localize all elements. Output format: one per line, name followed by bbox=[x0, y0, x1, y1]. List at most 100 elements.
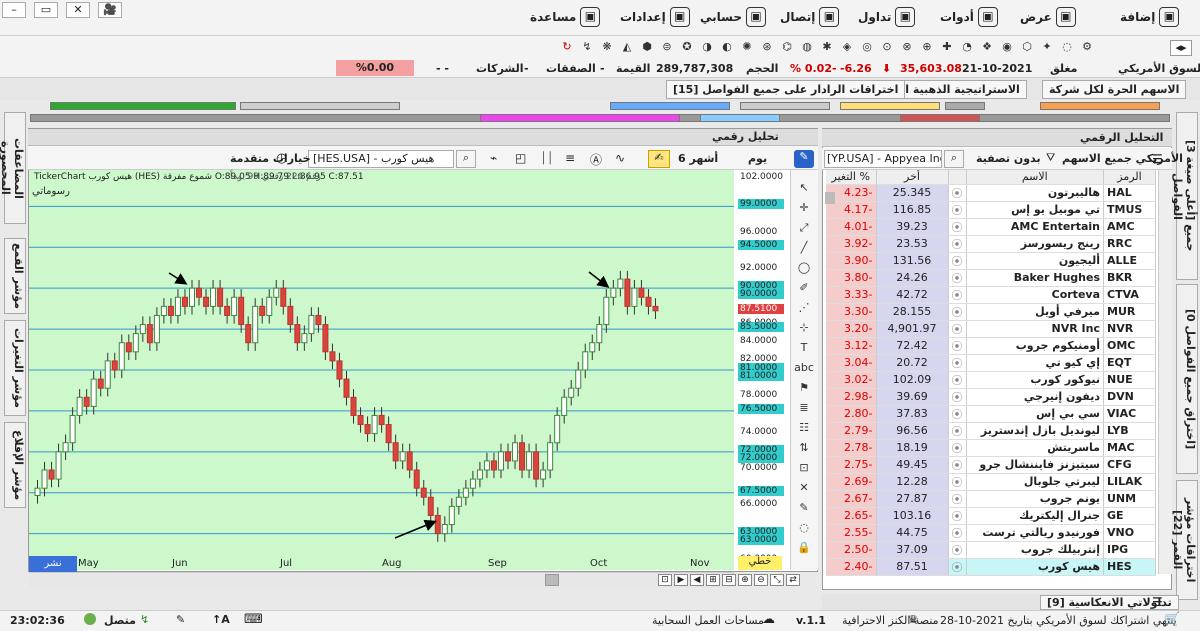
menu-help[interactable]: ▣ مساعدة bbox=[530, 6, 601, 28]
toolbar-icon[interactable]: ◐ bbox=[720, 40, 734, 54]
tab-free-float[interactable]: الاسهم الحرة لكل شركة bbox=[1042, 80, 1187, 99]
watchlist-search-input[interactable]: [YP.USA] - Appyea Inc bbox=[824, 150, 942, 168]
drawing-tool-icon[interactable]: ≣ bbox=[790, 398, 818, 418]
scroll-thumb[interactable] bbox=[545, 574, 559, 586]
drawing-tool-icon[interactable]: ⊡ bbox=[790, 458, 818, 478]
location-pin-icon[interactable]: ⦿ bbox=[948, 184, 967, 202]
location-pin-icon[interactable]: ⦿ bbox=[948, 252, 967, 270]
menu-account[interactable]: ▣ حسابي bbox=[700, 6, 767, 28]
toolbar-icon[interactable]: ◈ bbox=[840, 40, 854, 54]
table-row[interactable]: 2.78- 18.19 ⦿ ماسريتش MAC bbox=[826, 439, 1156, 457]
toolbar-icon[interactable]: ✱ bbox=[820, 40, 834, 54]
toolbar-icon[interactable]: ⊗ bbox=[900, 40, 914, 54]
location-pin-icon[interactable]: ⦿ bbox=[948, 473, 967, 491]
table-row[interactable]: 3.33- 42.72 ⦿ Corteva CTVA bbox=[826, 286, 1156, 304]
notes-icon[interactable]: ✎ bbox=[176, 613, 185, 626]
toolbar-icon[interactable]: ◌ bbox=[1060, 40, 1074, 54]
table-row[interactable]: 3.02- 102.09 ⦿ نيوكور كورب NUE bbox=[826, 371, 1156, 389]
interval-select[interactable]: يوم bbox=[748, 152, 767, 165]
toolbar-icon[interactable]: ↯ bbox=[580, 40, 594, 54]
toolbar-icon[interactable]: ⊕ bbox=[920, 40, 934, 54]
menu-add[interactable]: ▣ إضافة bbox=[1120, 6, 1180, 28]
column-header[interactable] bbox=[948, 170, 967, 185]
location-pin-icon[interactable]: ⦿ bbox=[948, 337, 967, 355]
chart-tool-icon[interactable]: Ⓐ bbox=[590, 151, 602, 168]
row-handle-icon[interactable] bbox=[825, 192, 835, 204]
location-pin-icon[interactable]: ⦿ bbox=[948, 456, 967, 474]
annotation-arrow[interactable] bbox=[394, 519, 437, 539]
toolbar-icon[interactable]: ⊙ bbox=[880, 40, 894, 54]
side-tab-changes[interactable]: مؤشر التغيرات bbox=[4, 320, 26, 416]
watchlist-search-icon[interactable]: ⌕ bbox=[944, 150, 964, 168]
watchlist-scrollbar[interactable] bbox=[1158, 170, 1172, 574]
table-row[interactable]: 2.65- 103.16 ⦿ جنرال إليكتريك GE bbox=[826, 507, 1156, 525]
scanner-tab-strip[interactable] bbox=[1040, 102, 1160, 110]
clock-icon[interactable]: ◷ bbox=[276, 151, 287, 166]
table-row[interactable]: 2.98- 39.69 ⦿ ديفون إنيرجي DVN bbox=[826, 388, 1156, 406]
side-tab-top-formula[interactable]: [أعلى صيغة 3] جميع الفواصل bbox=[1171, 112, 1198, 280]
table-row[interactable]: 3.90- 131.56 ⦿ أليجيون ALLE bbox=[826, 252, 1156, 270]
scanner-tab-strip[interactable] bbox=[740, 102, 830, 110]
toolbar-icon[interactable]: ◑ bbox=[700, 40, 714, 54]
chart-nav-icon[interactable]: ⤡ bbox=[770, 574, 784, 586]
candlestick-chart[interactable] bbox=[29, 170, 734, 570]
location-pin-icon[interactable]: ⦿ bbox=[948, 422, 967, 440]
table-row[interactable]: 3.92- 23.53 ⦿ رينج ريسورسز RRC bbox=[826, 235, 1156, 253]
filter-icon[interactable]: ⛛ bbox=[1046, 151, 1055, 165]
scanner-tab-strip[interactable] bbox=[610, 102, 730, 110]
chart-nav-icon[interactable]: ▶ bbox=[674, 574, 688, 586]
table-row[interactable]: 3.20- 4,901.97 ⦿ NVR Inc NVR bbox=[826, 320, 1156, 338]
scanner-tab-strip[interactable] bbox=[480, 114, 680, 122]
toolbar-icon[interactable]: ⊜ bbox=[660, 40, 674, 54]
side-tab-moon-breakouts[interactable]: اختراقات مؤشر القمر [22] bbox=[1171, 480, 1198, 600]
drawing-tool-icon[interactable]: ◌ bbox=[790, 518, 818, 538]
table-row[interactable]: 2.79- 96.56 ⦿ ليونديل بازل إندستريز LYB bbox=[826, 422, 1156, 440]
chart-nav-icon[interactable]: ⊕ bbox=[738, 574, 752, 586]
menu-settings[interactable]: ▣ إعدادات bbox=[620, 6, 690, 28]
filter-select[interactable]: بدون تصفية bbox=[976, 152, 1041, 165]
location-pin-icon[interactable]: ⦿ bbox=[948, 303, 967, 321]
scanner-tab-strip[interactable] bbox=[840, 102, 940, 110]
symbol-search-input[interactable]: [HES.USA] - هيس كورب bbox=[308, 150, 454, 168]
table-row[interactable]: 4.23- 25.345 ⦿ هاليبرتون HAL bbox=[826, 184, 1156, 202]
chart-tool-icon[interactable]: ≡ bbox=[565, 151, 575, 165]
location-pin-icon[interactable]: ⦿ bbox=[948, 541, 967, 559]
menu-tools[interactable]: ▣ أدوات bbox=[940, 6, 998, 28]
toolbar-icon[interactable]: ⌬ bbox=[780, 40, 794, 54]
toolbar-icon[interactable]: ◍ bbox=[800, 40, 814, 54]
pencil-icon[interactable]: ✎ bbox=[794, 150, 814, 168]
toolbar-icon[interactable]: ◭ bbox=[620, 40, 634, 54]
menu-connect[interactable]: ▣ إتصال bbox=[780, 6, 840, 28]
table-row[interactable]: 2.55- 44.75 ⦿ فورنيدو ريالتي ترست VNO bbox=[826, 524, 1156, 542]
column-header[interactable]: الرمز bbox=[1103, 170, 1156, 185]
cart-icon[interactable]: 🛒 bbox=[1164, 612, 1180, 627]
table-row[interactable]: 2.80- 37.83 ⦿ سي بي إس VIAC bbox=[826, 405, 1156, 423]
drawing-tool-icon[interactable]: ✕ bbox=[790, 478, 818, 498]
drawing-tool-icon[interactable]: ↖ bbox=[790, 178, 818, 198]
menu-view[interactable]: ▣ عرض bbox=[1020, 6, 1076, 28]
scanner-tab-strip[interactable] bbox=[900, 114, 980, 122]
location-pin-icon[interactable]: ⦿ bbox=[948, 218, 967, 236]
side-tab-multipliers[interactable]: المضاعفات المحصورة bbox=[0, 112, 26, 224]
list-icon[interactable]: ☰ bbox=[1152, 595, 1163, 609]
market-select[interactable]: الأمريكي جميع الاسهم bbox=[1062, 152, 1183, 165]
table-row[interactable]: 3.12- 72.42 ⦿ أومنيكوم جروب OMC bbox=[826, 337, 1156, 355]
drawing-tool-icon[interactable]: ⤢ bbox=[790, 218, 818, 238]
location-pin-icon[interactable]: ⦿ bbox=[948, 490, 967, 508]
scanner-tab-strip[interactable] bbox=[240, 102, 400, 110]
toolbar-icon[interactable]: ⬡ bbox=[1020, 40, 1034, 54]
column-header[interactable]: أخر bbox=[876, 170, 949, 185]
toolbar-icon[interactable]: ✚ bbox=[940, 40, 954, 54]
linear-scale-toggle[interactable]: خطي bbox=[738, 556, 782, 570]
side-tab-takeoff[interactable]: مؤشر الإقلاع bbox=[4, 422, 26, 508]
drawing-tool-icon[interactable]: ✐ bbox=[790, 278, 818, 298]
toolbar-icon[interactable]: ⊛ bbox=[760, 40, 774, 54]
location-pin-icon[interactable]: ⦿ bbox=[948, 558, 967, 576]
font-size-icon[interactable]: ↑A bbox=[212, 613, 230, 626]
location-pin-icon[interactable]: ⦿ bbox=[948, 371, 967, 389]
restore-button[interactable]: ▭ bbox=[34, 2, 58, 18]
menu-trade[interactable]: ▣ تداول bbox=[858, 6, 916, 28]
annotation-arrow[interactable] bbox=[168, 272, 188, 285]
drawing-tool-icon[interactable]: ☷ bbox=[790, 418, 818, 438]
table-row[interactable]: 3.30- 28.155 ⦿ ميرفي أويل MUR bbox=[826, 303, 1156, 321]
